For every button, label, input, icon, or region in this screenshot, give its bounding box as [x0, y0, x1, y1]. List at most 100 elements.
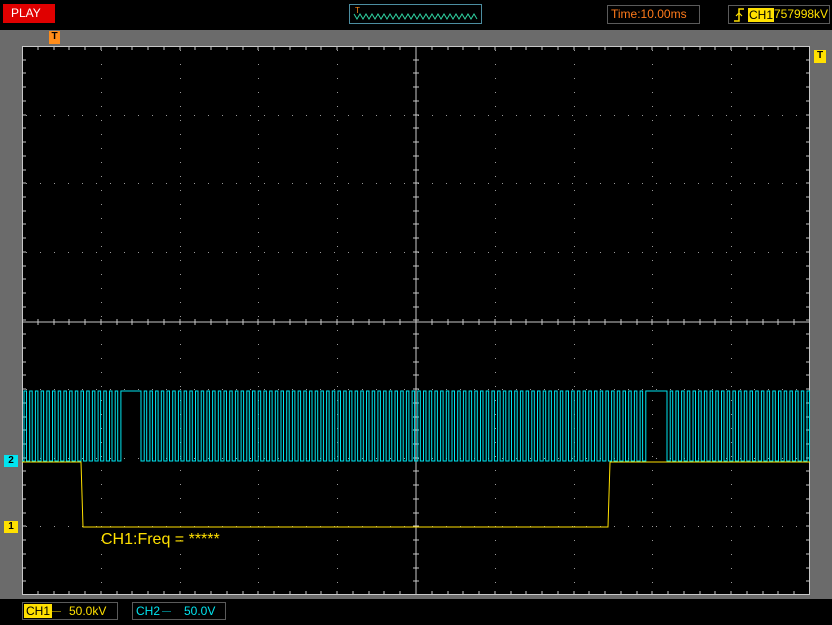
- grid-dot: [495, 134, 496, 135]
- grid-dot: [222, 252, 223, 253]
- grid-dot: [754, 115, 755, 116]
- waveform-plot: [22, 46, 810, 595]
- grid-dot: [68, 183, 69, 184]
- grid-dot: [101, 372, 102, 373]
- grid-dot: [258, 498, 259, 499]
- waveform-overview[interactable]: T: [349, 4, 482, 24]
- grid-dot: [258, 134, 259, 135]
- grid-dot: [180, 568, 181, 569]
- grid-dot: [166, 389, 167, 390]
- grid-dot: [712, 389, 713, 390]
- grid-dot: [782, 458, 783, 459]
- grid-dot: [180, 120, 181, 121]
- grid-dot: [656, 183, 657, 184]
- ch2-offset-marker[interactable]: 2: [4, 455, 18, 467]
- timebase-display[interactable]: Time:10.00ms: [607, 5, 700, 24]
- dc-coupling-icon: ⎯⎯: [52, 606, 62, 616]
- grid-dot: [258, 232, 259, 233]
- grid-dot: [250, 183, 251, 184]
- grid-dot: [670, 526, 671, 527]
- grid-dot: [180, 470, 181, 471]
- grid-dot: [642, 389, 643, 390]
- grid-dot: [258, 162, 259, 163]
- grid-dot: [574, 372, 575, 373]
- grid-dot: [656, 458, 657, 459]
- grid-dot: [731, 358, 732, 359]
- grid-dot: [54, 526, 55, 527]
- grid-dot: [180, 190, 181, 191]
- rising-edge-icon: [734, 8, 744, 22]
- grid-dot: [460, 115, 461, 116]
- play-button[interactable]: PLAY: [3, 4, 55, 23]
- ch1-scale-display[interactable]: CH1 ⎯⎯ 50.0kV: [22, 602, 118, 620]
- grid-dot: [495, 260, 496, 261]
- grid-dot: [82, 389, 83, 390]
- grid-dot: [731, 204, 732, 205]
- grid-dot: [495, 148, 496, 149]
- grid-dot: [180, 183, 181, 184]
- grid-dot: [495, 274, 496, 275]
- grid-dot: [180, 330, 181, 331]
- ch2-scale-display[interactable]: CH2 ⎯⎯ 50.0V: [132, 602, 226, 620]
- grid-dot: [652, 274, 653, 275]
- grid-dot: [574, 232, 575, 233]
- grid-dot: [754, 458, 755, 459]
- grid-dot: [652, 358, 653, 359]
- grid-dot: [731, 414, 732, 415]
- grid-dot: [180, 389, 181, 390]
- grid-dot: [101, 274, 102, 275]
- grid-dot: [731, 442, 732, 443]
- trigger-position-marker[interactable]: T: [49, 31, 60, 44]
- grid-dot: [278, 252, 279, 253]
- grid-dot: [278, 389, 279, 390]
- grid-dot: [138, 115, 139, 116]
- grid-dot: [670, 389, 671, 390]
- grid-dot: [337, 246, 338, 247]
- grid-dot: [337, 330, 338, 331]
- grid-dot: [495, 470, 496, 471]
- grid-dot: [586, 458, 587, 459]
- grid-dot: [652, 260, 653, 261]
- dc-coupling-icon: ⎯⎯: [162, 606, 172, 616]
- grid-dot: [652, 400, 653, 401]
- grid-dot: [495, 246, 496, 247]
- grid-dot: [530, 115, 531, 116]
- grid-dot: [337, 554, 338, 555]
- grid-dot: [495, 204, 496, 205]
- grid-dot: [258, 148, 259, 149]
- grid-dot: [258, 582, 259, 583]
- grid-dot: [54, 252, 55, 253]
- grid-dot: [495, 554, 496, 555]
- grid-dot: [337, 218, 338, 219]
- grid-dot: [180, 344, 181, 345]
- grid-dot: [652, 512, 653, 513]
- grid-dot: [334, 252, 335, 253]
- trigger-display[interactable]: CH1 757998kV: [728, 5, 830, 24]
- grid-dot: [404, 115, 405, 116]
- grid-dot: [586, 252, 587, 253]
- grid-dot: [101, 330, 102, 331]
- grid-dot: [337, 386, 338, 387]
- grid-dot: [731, 148, 732, 149]
- grid-dot: [101, 498, 102, 499]
- grid-dot: [684, 526, 685, 527]
- grid-dot: [495, 162, 496, 163]
- grid-dot: [208, 183, 209, 184]
- grid-dot: [574, 582, 575, 583]
- grid-dot: [101, 162, 102, 163]
- grid-dot: [250, 389, 251, 390]
- grid-dot: [278, 115, 279, 116]
- grid-dot: [258, 316, 259, 317]
- trigger-level-marker[interactable]: T: [814, 50, 826, 63]
- grid-dot: [495, 106, 496, 107]
- grid-dot: [530, 389, 531, 390]
- grid-dot: [628, 526, 629, 527]
- grid-dot: [348, 458, 349, 459]
- grid-dot: [731, 512, 732, 513]
- grid-dot: [180, 358, 181, 359]
- ch1-offset-marker[interactable]: 1: [4, 521, 18, 533]
- grid-dot: [180, 288, 181, 289]
- grid-dot: [495, 78, 496, 79]
- grid-dot: [236, 252, 237, 253]
- grid-dot: [628, 115, 629, 116]
